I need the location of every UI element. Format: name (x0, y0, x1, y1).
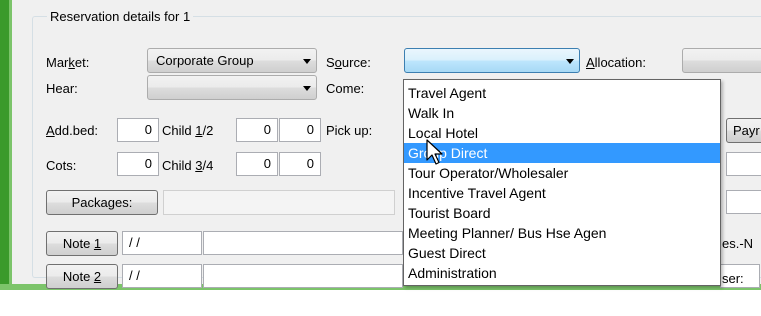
chevron-down-icon (566, 59, 574, 64)
note-1-date[interactable]: / / (122, 231, 202, 255)
dropdown-option[interactable]: Local Hotel (404, 123, 720, 143)
dropdown-option[interactable]: Guest Direct (404, 243, 720, 263)
hear-select[interactable] (147, 75, 317, 100)
note-2-text[interactable] (203, 264, 403, 288)
source-dropdown-list[interactable]: Travel Agent Walk In Local Hotel Group Dire… (403, 79, 721, 286)
dropdown-option[interactable]: Incentive Travel Agent (404, 183, 720, 203)
cots-label: Cots: (46, 158, 77, 173)
dropdown-option[interactable]: Meeting Planner/ Bus Hse Agen (404, 223, 720, 243)
market-select[interactable]: Corporate Group (147, 48, 317, 73)
packages-field[interactable] (163, 190, 395, 215)
source-select[interactable] (404, 48, 580, 73)
dropdown-option[interactable]: Walk In (404, 103, 720, 123)
source-label: Source: (326, 55, 371, 70)
child-12-field-a[interactable]: 0 (236, 118, 278, 142)
dropdown-option[interactable]: Tourist Board (404, 203, 720, 223)
add-bed-field[interactable]: 0 (117, 118, 159, 142)
hear-label: Hear: (46, 81, 78, 96)
come-label: Come: (326, 81, 365, 96)
cots-field[interactable]: 0 (117, 152, 159, 176)
below-window-area (0, 290, 761, 316)
payment-button[interactable]: Payr (726, 118, 761, 143)
add-bed-label: Add.bed: (46, 123, 99, 138)
child-34-field-a[interactable]: 0 (236, 152, 278, 176)
right-field-row4[interactable] (726, 152, 761, 176)
allocation-label: Allocation: (586, 55, 646, 70)
dropdown-option[interactable]: Travel Agent (404, 83, 720, 103)
market-value: Corporate Group (156, 53, 254, 68)
market-label: Market: (46, 55, 90, 70)
child-12-label: Child 1/2 (162, 123, 214, 138)
dropdown-option[interactable]: Administration (404, 263, 720, 283)
child-12-field-b[interactable]: 0 (279, 118, 321, 142)
chevron-down-icon (303, 86, 311, 91)
note-1-text[interactable] (203, 231, 403, 255)
dropdown-option[interactable]: Group Direct (404, 143, 720, 163)
note-2-right-label: ser: (722, 271, 744, 286)
right-field-packages[interactable] (726, 190, 761, 214)
child-34-field-b[interactable]: 0 (279, 152, 321, 176)
note-2-date[interactable]: / / (122, 264, 202, 288)
child-34-label: Child 3/4 (162, 158, 214, 173)
mouse-cursor-icon (426, 139, 443, 165)
note-2-button[interactable]: Note 2 (46, 264, 118, 289)
pick-up-label: Pick up: (326, 123, 373, 138)
window-frame-left (0, 0, 9, 284)
packages-button[interactable]: Packages: (46, 190, 158, 215)
note-1-right-label: es.-N (722, 236, 754, 251)
allocation-select[interactable] (682, 48, 761, 73)
group-title: Reservation details for 1 (47, 8, 194, 26)
chevron-down-icon (303, 59, 311, 64)
note-1-button[interactable]: Note 1 (46, 231, 118, 256)
dropdown-option[interactable]: Tour Operator/Wholesaler (404, 163, 720, 183)
